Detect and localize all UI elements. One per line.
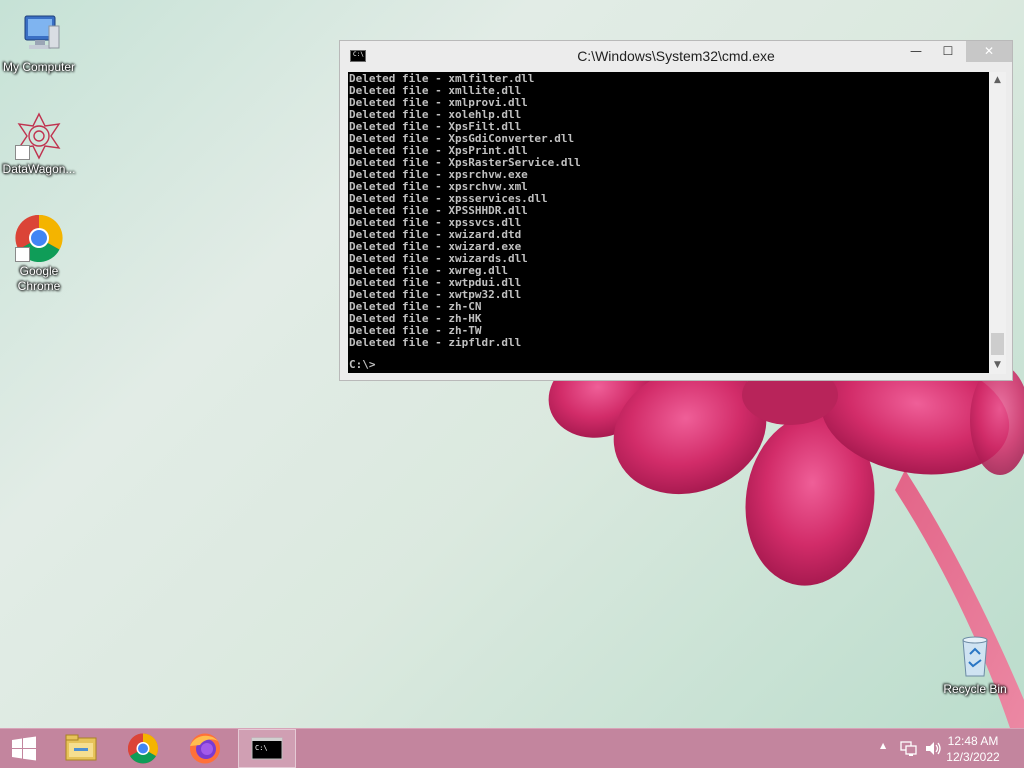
command-prompt[interactable]: C:\> — [348, 359, 989, 371]
recycle-bin-icon — [951, 632, 999, 680]
computer-icon — [15, 10, 63, 58]
file-explorer-icon — [65, 734, 97, 761]
scroll-down-arrow-icon[interactable]: ▼ — [989, 357, 1006, 374]
desktop-icon-recycle-bin[interactable]: Recycle Bin — [936, 632, 1014, 697]
datawagon-icon — [15, 112, 63, 160]
taskbar: C:\ ▲ 12:48 AM 12/3/2022 — [0, 728, 1024, 768]
network-icon[interactable] — [900, 740, 918, 757]
taskbar-cmd[interactable]: C:\ — [238, 729, 296, 768]
scrollbar-thumb[interactable] — [991, 333, 1004, 355]
shortcut-arrow-icon — [15, 145, 30, 160]
console-line: Deleted file - zipfldr.dll — [349, 336, 522, 349]
chrome-icon — [15, 214, 63, 263]
desktop-icon-label: DataWagon... — [2, 162, 76, 176]
clock-time: 12:48 AM — [947, 734, 999, 748]
taskbar-cmd-text: C:\ — [255, 744, 268, 752]
taskbar-chrome[interactable] — [114, 729, 172, 768]
show-hidden-icons-chevron-icon[interactable]: ▲ — [880, 741, 886, 750]
desktop: My Computer DataWagon... Google Chrome R… — [0, 0, 1024, 768]
cmd-window[interactable]: C:\ C:\Windows\System32\cmd.exe — ☐ ✕ De… — [339, 40, 1013, 381]
system-tray: ▲ 12:48 AM 12/3/2022 — [864, 729, 1024, 768]
close-button[interactable]: ✕ — [966, 41, 1012, 62]
taskbar-clock[interactable]: 12:48 AM 12/3/2022 — [938, 733, 1008, 765]
taskbar-file-explorer[interactable] — [52, 729, 110, 768]
chrome-icon — [127, 733, 159, 764]
taskbar-firefox[interactable] — [176, 729, 234, 768]
desktop-icon-datawagon[interactable]: DataWagon... — [0, 112, 78, 177]
maximize-button[interactable]: ☐ — [934, 41, 962, 62]
desktop-icon-google-chrome[interactable]: Google Chrome — [0, 214, 78, 294]
desktop-icon-my-computer[interactable]: My Computer — [0, 10, 78, 75]
minimize-button[interactable]: — — [902, 41, 930, 62]
start-button[interactable] — [0, 729, 48, 768]
shortcut-arrow-icon — [15, 247, 30, 262]
clock-date: 12/3/2022 — [946, 750, 1000, 764]
cmd-icon: C:\ — [251, 737, 283, 760]
desktop-icon-label: My Computer — [2, 60, 76, 74]
console-output[interactable]: Deleted file - xmlfilter.dll Deleted fil… — [348, 72, 989, 373]
firefox-icon — [190, 733, 220, 764]
cmd-titlebar[interactable]: C:\ C:\Windows\System32\cmd.exe — ☐ ✕ — [340, 41, 1012, 72]
windows-start-icon — [12, 736, 36, 761]
vertical-scrollbar[interactable]: ▲ ▼ — [989, 72, 1006, 374]
desktop-icon-label: Recycle Bin — [943, 682, 1007, 696]
scroll-up-arrow-icon[interactable]: ▲ — [989, 72, 1006, 89]
desktop-icon-label: Google Chrome — [17, 264, 61, 293]
